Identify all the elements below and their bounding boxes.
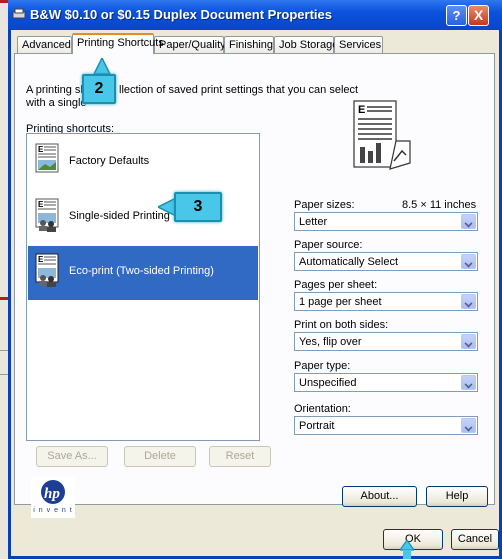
tab-job-storage[interactable]: Job Storage [274, 36, 338, 53]
shortcut-label: Factory Defaults [69, 155, 150, 167]
chevron-down-icon[interactable] [461, 375, 476, 390]
chevron-down-icon[interactable] [461, 214, 476, 229]
callout-pointer [93, 58, 111, 74]
document-users-icon: E [35, 198, 59, 232]
title-bar[interactable]: B&W $0.10 or $0.15 Duplex Document Prope… [8, 0, 502, 30]
reset-button[interactable]: Reset [209, 446, 271, 467]
save-as-button[interactable]: Save As... [36, 446, 108, 467]
print-both-sides-select[interactable]: Yes, flip over [294, 332, 478, 351]
shortcut-label: Single-sided Printing [69, 210, 170, 222]
help-title-button[interactable]: ? [446, 5, 467, 26]
print-both-sides-label: Print on both sides: [294, 319, 389, 331]
chevron-down-icon[interactable] [461, 294, 476, 309]
svg-text:E: E [38, 255, 44, 264]
select-value: Letter [299, 216, 328, 228]
close-button[interactable]: X [468, 5, 489, 26]
about-button[interactable]: About... [342, 486, 417, 507]
paper-type-label: Paper type: [294, 360, 351, 372]
callout-step-3: 3 [174, 192, 222, 222]
chevron-down-icon[interactable] [461, 418, 476, 433]
callout-step-2: 2 [82, 74, 116, 104]
orientation-label: Orientation: [294, 403, 351, 415]
select-value: Yes, flip over [299, 336, 362, 348]
tab-finishing[interactable]: Finishing [224, 36, 274, 53]
svg-text:E: E [38, 200, 44, 209]
shortcut-item-eco-print[interactable]: E Eco-print (Two-sided Printing) [28, 246, 258, 300]
select-value: 1 page per sheet [299, 296, 382, 308]
chevron-down-icon[interactable] [461, 254, 476, 269]
window-title: B&W $0.10 or $0.15 Duplex Document Prope… [30, 7, 332, 22]
document-preview-icon: E [353, 100, 411, 170]
paper-dimension-text: 8.5 × 11 inches [402, 199, 477, 211]
cancel-button[interactable]: Cancel [451, 529, 499, 550]
document-icon: E [35, 143, 59, 173]
paper-sizes-label: Paper sizes: [294, 199, 355, 211]
intro-text: with a single [26, 97, 87, 109]
document-users-icon: E [35, 253, 59, 287]
orientation-select[interactable]: Portrait [294, 416, 478, 435]
shortcuts-list[interactable]: E Factory Defaults E Single-sided Printi… [26, 133, 260, 441]
paper-sizes-select[interactable]: Letter [294, 212, 478, 231]
tab-advanced[interactable]: Advanced [17, 36, 72, 53]
paper-source-select[interactable]: Automatically Select [294, 252, 478, 271]
callout-pointer [400, 540, 414, 559]
delete-button[interactable]: Delete [124, 446, 196, 467]
hp-logo: hp i n v e n t [31, 478, 75, 518]
tab-printing-shortcuts[interactable]: Printing Shortcuts [72, 33, 164, 54]
intro-text: llection of saved print settings that yo… [119, 84, 359, 96]
select-value: Unspecified [299, 377, 357, 389]
svg-text:E: E [358, 104, 365, 116]
tab-paper-quality[interactable]: Paper/Quality [154, 36, 226, 53]
intro-text: A printing sh [26, 84, 87, 96]
paper-type-select[interactable]: Unspecified [294, 373, 478, 392]
shortcut-item-factory-defaults[interactable]: E Factory Defaults [28, 136, 258, 190]
svg-text:hp: hp [44, 486, 60, 502]
logo-text: i n v e n t [33, 507, 73, 514]
pages-per-sheet-label: Pages per sheet: [294, 279, 378, 291]
printer-icon [12, 8, 26, 19]
select-value: Automatically Select [299, 256, 399, 268]
tab-services[interactable]: Services [334, 36, 383, 53]
shortcut-item-single-sided[interactable]: E Single-sided Printing [28, 191, 258, 245]
shortcut-label: Eco-print (Two-sided Printing) [69, 265, 214, 277]
dialog-body: Advanced Printing Shortcuts Paper/Qualit… [11, 30, 499, 556]
svg-text:E: E [38, 145, 44, 154]
pages-per-sheet-select[interactable]: 1 page per sheet [294, 292, 478, 311]
help-button[interactable]: Help [426, 486, 488, 507]
chevron-down-icon[interactable] [461, 334, 476, 349]
paper-source-label: Paper source: [294, 239, 363, 251]
select-value: Portrait [299, 420, 335, 432]
